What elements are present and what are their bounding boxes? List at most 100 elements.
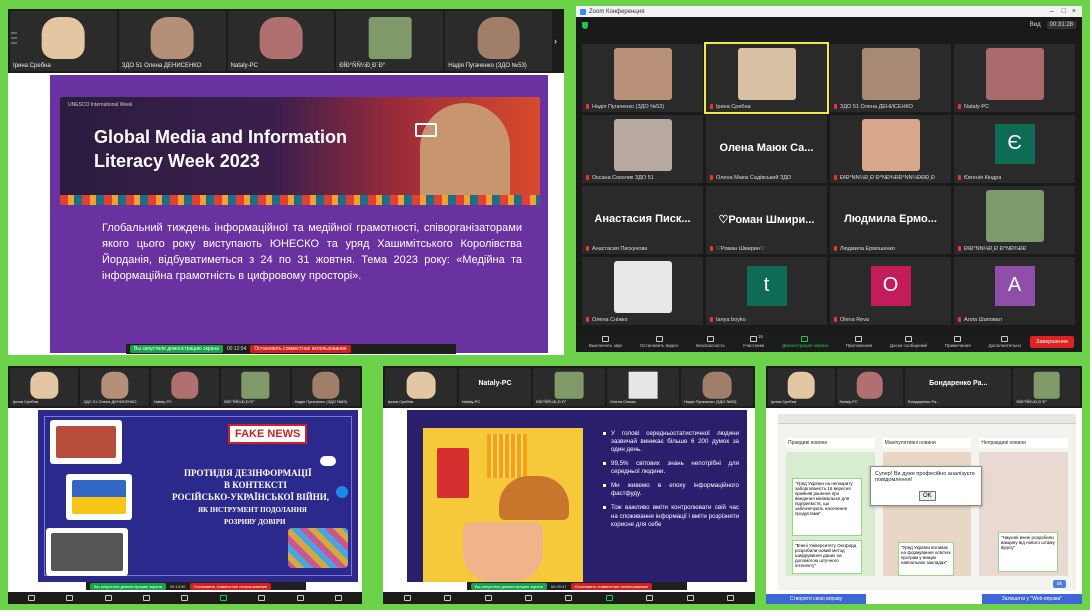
video-thumb[interactable]: Nataly-PC <box>150 368 220 406</box>
gallery-tile[interactable]: ♡Роман Шмири... ♡Роман Шмирин♡ <box>706 186 827 254</box>
dialog-ok-button[interactable]: OK <box>919 491 936 501</box>
news-card[interactable]: "Наукові вчені розробили вакцину від нов… <box>998 532 1058 572</box>
toolbar-button[interactable]: Остановить видео <box>640 336 678 348</box>
video-thumb[interactable]: Nataly-PC <box>836 368 904 406</box>
ok-button[interactable]: ok <box>1052 580 1066 588</box>
column-manipulative-news: Маніпулятивні новини <box>882 438 972 448</box>
gallery-tile[interactable]: Анастасия Писк... Анастасия Пискунова <box>582 186 703 254</box>
whiteboard-button[interactable] <box>646 594 654 602</box>
gallery-tile[interactable]: O Olena Reva <box>830 257 951 325</box>
toolbar-button[interactable]: Доски сообщений <box>890 336 927 348</box>
security-button[interactable] <box>104 594 112 602</box>
security-button[interactable] <box>484 594 492 602</box>
maximize-icon[interactable]: □ <box>1062 8 1066 15</box>
video-thumb[interactable]: Ірина Сребна <box>10 368 79 406</box>
toolbar-button[interactable]: Приложения <box>846 336 872 348</box>
gallery-tile[interactable]: t tanya boyko <box>706 257 827 325</box>
toolbar-button[interactable]: Участники 16 <box>743 334 765 348</box>
camera-icon <box>444 594 452 601</box>
gallery-tile[interactable]: Людмила Ермо... Людмила Ермошенко <box>830 186 951 254</box>
apps-button[interactable] <box>296 594 304 602</box>
close-icon[interactable]: × <box>1072 8 1076 15</box>
gallery-tile[interactable]: ÐÌÐ°ÑÑ¼Ð¸Ð´Ð°ÑÐ¾ÐÐ <box>954 186 1075 254</box>
participant-name: Алла Шаповал <box>964 317 1002 323</box>
video-thumb[interactable]: ЗДО 51 Олена ДЕНИСЕНКО <box>118 11 226 71</box>
video-thumb[interactable]: Ірина Сребна <box>385 368 457 406</box>
gallery-tile[interactable]: Надія Пугаченко (ЗДО №53) <box>582 44 703 112</box>
participants-button[interactable] <box>143 594 151 602</box>
gallery-tile[interactable]: Є Євгенія Кіндра <box>954 115 1075 183</box>
view-button[interactable]: Вид <box>1030 22 1041 28</box>
more-button[interactable] <box>335 594 343 602</box>
video-thumb[interactable]: Надія Пугаченко (ЗДО №53) <box>291 368 361 406</box>
chat-button[interactable] <box>181 594 189 602</box>
fake-news-badge: FAKE NEWS <box>228 424 308 444</box>
toolbar-button[interactable]: Примечания <box>945 336 971 348</box>
gallery-tile[interactable]: ÐÌÐ°ÑÑ¼Ð¸Ð´Ð°ÑÐ¾ÐÐ°ÑÑ¼ÐÐÐ¸Ð <box>830 115 951 183</box>
share-button[interactable] <box>605 594 613 602</box>
whiteboard-button[interactable] <box>258 594 266 602</box>
stop-share-button[interactable]: Остановить совместное использование <box>189 582 272 590</box>
video-thumb[interactable]: ÐÌÐ°ÑÑ¼Ð¸Ð´Ð° <box>1013 368 1080 406</box>
video-button[interactable] <box>66 594 74 602</box>
video-thumb[interactable]: ÐÌÐ°ÑÑ¼Ð¸Ð´Ð° <box>533 368 605 406</box>
shield-icon[interactable] <box>582 21 588 29</box>
video-button[interactable] <box>444 594 452 602</box>
video-thumb[interactable]: Nataly-PC <box>227 11 335 71</box>
muted-mic-icon <box>586 317 589 322</box>
gallery-tile[interactable]: A Алла Шаповал <box>954 257 1075 325</box>
video-thumb[interactable]: ÐÌÐ°ÑÑ¼Ð¸Ð´Ð° <box>336 11 444 71</box>
toolbar-button[interactable]: Демонстрация экрана <box>782 336 828 348</box>
stop-share-button[interactable]: Остановить совместное использование <box>570 582 653 590</box>
more-button[interactable] <box>727 594 735 602</box>
toolbar-button[interactable]: Безопасность <box>696 336 725 348</box>
news-card[interactable]: "Уряд України на непокриту заборгованіст… <box>792 478 862 536</box>
participant-face <box>171 371 199 399</box>
whiteboard-icon <box>258 594 266 601</box>
video-thumb[interactable]: Ірина Сребна <box>10 11 117 71</box>
toolbar-button[interactable]: Дополнительно <box>989 336 1021 348</box>
video-thumb[interactable]: Надія Пугаченко (ЗДО №53) <box>681 368 753 406</box>
video-thumb[interactable]: Надія Пугаченко (ЗДО №53) <box>445 11 552 71</box>
video-thumb[interactable]: Nataly-PC Nataly-PC <box>459 368 531 406</box>
menu-icon[interactable] <box>11 37 17 39</box>
news-card[interactable]: "Вчені Університету Оксфорд розробили но… <box>792 540 862 574</box>
apps-icon <box>686 594 694 601</box>
share-button[interactable] <box>219 594 227 602</box>
strip-next-arrow-icon[interactable]: › <box>554 11 562 71</box>
minimize-icon[interactable]: – <box>1050 8 1054 15</box>
mute-button[interactable] <box>403 594 411 602</box>
participants-button[interactable] <box>525 594 533 602</box>
menu-icon[interactable] <box>11 42 17 44</box>
gallery-tile[interactable]: Олена Маюк Са... Олена Маюк Садівський ЗД… <box>706 115 827 183</box>
slide-title-5: РОЗРИВУ ДОВІРИ <box>224 518 286 526</box>
fastfood-illustration <box>423 428 583 582</box>
toolbar-button-label: Демонстрация экрана <box>781 343 828 348</box>
toolbar-button[interactable]: Выключить звук <box>589 336 622 348</box>
menu-icon[interactable] <box>11 32 17 34</box>
stop-share-button[interactable]: Остановить совместное использование <box>250 345 351 353</box>
create-exercise-button[interactable]: Створити свою вправу <box>766 594 866 604</box>
participant-big-name: ♡Роман Шмири... <box>718 214 815 227</box>
gallery-tile[interactable]: Ірина Сребна <box>704 42 829 114</box>
news-card[interactable]: "Уряд України впливає на формування осві… <box>898 542 954 576</box>
shield-icon <box>104 594 112 601</box>
video-thumb[interactable]: Ірина Сребна <box>768 368 835 406</box>
gallery-tile[interactable]: ЗДО 51 Олена ДЕНИСЕНКО <box>830 44 951 112</box>
mute-button[interactable] <box>27 594 35 602</box>
banner-pattern <box>60 195 540 205</box>
gallery-tile[interactable]: Nataly-PC <box>954 44 1075 112</box>
chat-button[interactable] <box>565 594 573 602</box>
gallery-tile[interactable]: Олена Сніжко <box>582 257 703 325</box>
slide-title-2: В КОНТЕКСТІ <box>224 480 287 490</box>
video-thumb[interactable]: Бондаренко Ра... Бондаренко Ра... <box>905 368 1012 406</box>
apps-button[interactable] <box>686 594 694 602</box>
save-exercise-button[interactable]: Залишити у "Web-вправи" <box>982 594 1082 604</box>
participant-avatar: Є <box>994 123 1035 164</box>
gallery-tile[interactable]: Оксана Соколик ЗДО 51 <box>582 115 703 183</box>
video-thumb[interactable]: Олена Сніжко <box>607 368 679 406</box>
video-thumb[interactable]: ЗДО 51 Олена ДЕНИСЕНКО <box>80 368 149 406</box>
end-button[interactable]: Завершение <box>1030 336 1074 348</box>
video-thumb[interactable]: ÐÌÐ°ÑÑ¼Ð¸Ð´Ð° <box>221 368 290 406</box>
participant-name: Олена Маюк Садівський ЗДО <box>716 175 792 181</box>
